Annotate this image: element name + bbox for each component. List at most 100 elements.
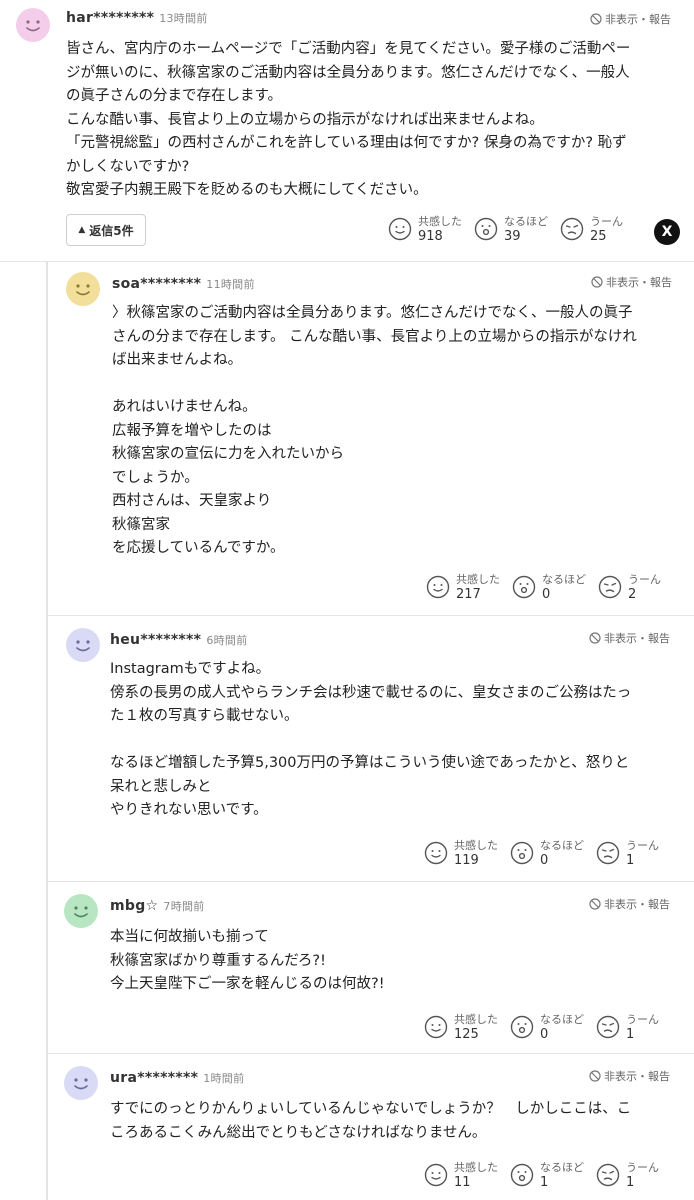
show-replies-button[interactable]: ▲ 返信5件 (66, 214, 146, 246)
agree-button[interactable]: 共感した 918 (388, 214, 462, 244)
agree-label: 共感した (456, 573, 500, 586)
avatar[interactable] (66, 628, 100, 662)
understood-label: なるほど (504, 215, 548, 228)
author-name[interactable]: heu******** (110, 632, 201, 648)
smile-face-icon (424, 1015, 448, 1039)
agree-button[interactable]: 共感した 119 (424, 838, 498, 868)
hmm-label: うーん (626, 1161, 659, 1174)
top-comment: har******** 13時間前 非表示・報告 皆さん、宮内庁のホームページで「… (0, 0, 694, 262)
agree-button[interactable]: 共感した 11 (424, 1160, 498, 1190)
agree-label: 共感した (418, 215, 462, 228)
surprised-face-icon (512, 575, 536, 599)
author-name[interactable]: soa******** (112, 276, 201, 292)
smile-face-icon (388, 217, 412, 241)
reaction-bar: 共感した 119 なるほど 0 うーん 1 (424, 838, 671, 868)
comment-body: すでにのっとりかんりょいしているんじゃないでしょうか？ しかしここは、こ ころあ… (110, 1101, 632, 1141)
reaction-bar: 共感した 11 なるほど 1 うーん 1 (424, 1160, 671, 1190)
hmm-button[interactable]: うーん 25 (560, 214, 623, 244)
x-share-button[interactable]: X (654, 219, 680, 245)
agree-button[interactable]: 共感した 217 (426, 572, 500, 602)
understood-label: なるほど (540, 1161, 584, 1174)
prohibit-icon (589, 898, 601, 910)
hmm-button[interactable]: うーん 1 (596, 838, 659, 868)
author-name[interactable]: mbg☆ (110, 898, 158, 914)
reaction-bar: 共感した 125 なるほど 0 うーん 1 (424, 1012, 671, 1042)
understood-button[interactable]: なるほど 1 (510, 1160, 584, 1190)
report-label: 非表示・報告 (604, 632, 670, 645)
comment-body: 〉秋篠宮家のご活動内容は全員分あります。悠仁さんだけでなく、一般人の眞子 さんの… (112, 305, 637, 556)
report-label: 非表示・報告 (604, 898, 670, 911)
comment-author[interactable]: mbg☆ 7時間前 (110, 898, 205, 914)
prohibit-icon (591, 276, 603, 288)
reaction-bar: 共感した 217 なるほど 0 うーん 2 (426, 572, 673, 602)
agree-count: 125 (454, 1027, 479, 1042)
hmm-label: うーん (628, 573, 661, 586)
comment-author[interactable]: har******** 13時間前 (66, 10, 208, 26)
author-name[interactable]: har******** (66, 10, 154, 26)
smile-face-icon (426, 575, 450, 599)
smile-face-icon (424, 841, 448, 865)
hide-report-button[interactable]: 非表示・報告 (589, 896, 670, 912)
hide-report-button[interactable]: 非表示・報告 (590, 11, 671, 27)
confused-face-icon (596, 1015, 620, 1039)
understood-button[interactable]: なるほど 0 (510, 838, 584, 868)
comment-body: Instagramもですよね。 傍系の長男の成人式やらランチ会は秒速で載せるのに… (110, 661, 632, 818)
avatar[interactable] (64, 894, 98, 928)
reply-item: ura******** 1時間前 非表示・報告 すでにのっとりかんりょいしているん… (48, 1054, 694, 1200)
hmm-label: うーん (626, 839, 659, 852)
caret-up-icon: ▲ (78, 225, 86, 235)
understood-button[interactable]: なるほど 0 (512, 572, 586, 602)
comment-author[interactable]: soa******** 11時間前 (112, 276, 255, 292)
hmm-button[interactable]: うーん 2 (598, 572, 661, 602)
author-name[interactable]: ura******** (110, 1070, 198, 1086)
reaction-bar: 共感した 918 なるほど 39 うーん 25 (388, 214, 635, 244)
hmm-label: うーん (626, 1013, 659, 1026)
hide-report-button[interactable]: 非表示・報告 (591, 274, 672, 290)
comment-author[interactable]: heu******** 6時間前 (110, 632, 248, 648)
reply-item: mbg☆ 7時間前 非表示・報告 本当に何故揃いも揃って 秋篠宮家ばかり尊重するん… (48, 882, 694, 1054)
comment-time: 1時間前 (203, 1072, 245, 1085)
understood-label: なるほど (542, 573, 586, 586)
understood-count: 39 (504, 229, 521, 244)
smiley-avatar-icon (74, 906, 88, 918)
avatar[interactable] (16, 8, 50, 42)
hmm-label: うーん (590, 215, 623, 228)
reply-thread: soa******** 11時間前 非表示・報告 〉秋篠宮家のご活動内容は全員分あ… (46, 262, 694, 1200)
understood-count: 0 (540, 853, 549, 868)
reply-item: soa******** 11時間前 非表示・報告 〉秋篠宮家のご活動内容は全員分あ… (48, 262, 694, 616)
hide-report-button[interactable]: 非表示・報告 (589, 1068, 670, 1084)
understood-label: なるほど (540, 839, 584, 852)
smiley-avatar-icon (76, 284, 90, 296)
agree-count: 217 (456, 587, 481, 602)
comment-time: 7時間前 (163, 900, 205, 913)
understood-button[interactable]: なるほど 39 (474, 214, 548, 244)
comment-author[interactable]: ura******** 1時間前 (110, 1070, 244, 1086)
confused-face-icon (596, 1163, 620, 1187)
hmm-count: 1 (626, 1175, 635, 1190)
confused-face-icon (560, 217, 584, 241)
hmm-count: 25 (590, 229, 607, 244)
agree-button[interactable]: 共感した 125 (424, 1012, 498, 1042)
comment-body: 本当に何故揃いも揃って 秋篠宮家ばかり尊重するんだろ?! 今上天皇陛下ご一家を軽… (110, 929, 385, 992)
understood-label: なるほど (540, 1013, 584, 1026)
hmm-count: 1 (626, 1027, 635, 1042)
comment-time: 13時間前 (159, 12, 208, 25)
understood-button[interactable]: なるほど 0 (510, 1012, 584, 1042)
understood-count: 0 (540, 1027, 549, 1042)
hmm-count: 2 (628, 587, 637, 602)
reply-item: heu******** 6時間前 非表示・報告 Instagramもですよね。 傍… (48, 616, 694, 882)
prohibit-icon (589, 632, 601, 644)
comment-time: 6時間前 (206, 634, 248, 647)
hide-report-button[interactable]: 非表示・報告 (589, 630, 670, 646)
understood-count: 0 (542, 587, 551, 602)
hmm-button[interactable]: うーん 1 (596, 1160, 659, 1190)
agree-count: 119 (454, 853, 479, 868)
understood-count: 1 (540, 1175, 549, 1190)
agree-count: 918 (418, 229, 443, 244)
avatar[interactable] (66, 272, 100, 306)
smiley-avatar-icon (76, 640, 90, 652)
avatar[interactable] (64, 1066, 98, 1100)
surprised-face-icon (510, 1163, 534, 1187)
hmm-button[interactable]: うーん 1 (596, 1012, 659, 1042)
agree-label: 共感した (454, 1013, 498, 1026)
